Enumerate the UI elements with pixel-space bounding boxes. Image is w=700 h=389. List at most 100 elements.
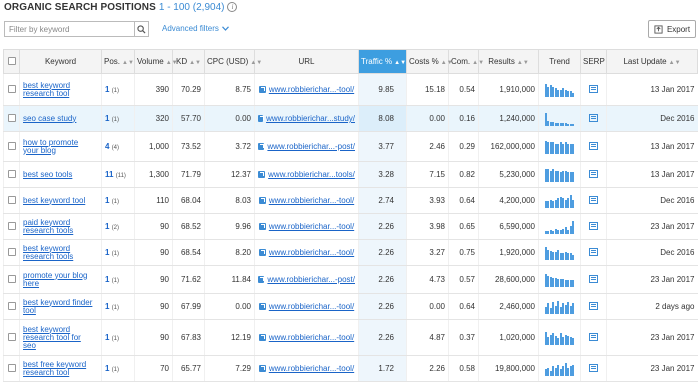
pos-value[interactable]: 11 [105,170,113,179]
serp-icon[interactable] [589,332,598,341]
row-checkbox[interactable] [7,301,16,310]
volume-cell: 90 [134,265,173,294]
col-results[interactable]: Results ▲▼ [478,49,539,74]
url-link[interactable]: www.robbierichar...-tool/ [269,364,354,373]
col-kd[interactable]: KD ▲▼ [172,49,205,74]
serp-icon[interactable] [589,141,598,150]
row-select-cell[interactable] [3,355,20,382]
pos-value[interactable]: 1 [105,364,109,373]
row-checkbox[interactable] [7,332,16,341]
url-link[interactable]: www.robbierichar...-tool/ [269,85,354,94]
serp-icon[interactable] [589,195,598,204]
keyword-link[interactable]: best keyword tool [23,196,98,205]
url-link[interactable]: www.robbierichar...-post/ [267,275,355,284]
col-com[interactable]: Com. ▲▼ [448,49,484,74]
col-kd-label: KD [175,57,188,66]
url-link[interactable]: www.robbierichar...tools/ [268,170,355,179]
row-checkbox[interactable] [7,247,16,256]
col-last-update[interactable]: Last Update ▲▼ [606,49,698,74]
col-cpc[interactable]: CPC (USD) ▲▼ [204,49,262,74]
select-all-checkbox[interactable] [7,56,16,65]
pos-value[interactable]: 1 [105,196,109,205]
row-select-cell[interactable] [3,319,20,356]
url-link[interactable]: www.robbierichar...-tool/ [269,302,354,311]
row-checkbox[interactable] [7,221,16,230]
keyword-link[interactable]: promote your blog here [23,271,98,288]
row-select-cell[interactable] [3,73,20,106]
pos-value[interactable]: 1 [105,248,109,257]
col-volume[interactable]: Volume ▲▼ [134,49,178,74]
row-select-cell[interactable] [3,187,20,214]
row-checkbox[interactable] [7,84,16,93]
row-checkbox[interactable] [7,195,16,204]
external-link-icon[interactable] [258,334,266,341]
url-link[interactable]: www.robbierichar...-post/ [267,142,355,151]
external-link-icon[interactable] [258,303,266,310]
url-link[interactable]: www.robbierichar...-tool/ [269,333,354,342]
row-select-cell[interactable] [3,213,20,240]
keyword-link[interactable]: best keyword finder tool [23,298,98,315]
serp-icon[interactable] [589,169,598,178]
row-checkbox[interactable] [7,363,16,372]
url-link[interactable]: www.robbierichar...-tool/ [269,248,354,257]
select-all-cell[interactable] [3,49,20,74]
serp-icon[interactable] [589,113,598,122]
pos-cell: 1 (1) [101,187,135,214]
info-icon[interactable]: i [227,2,238,12]
keyword-link[interactable]: best free keyword research tool [23,360,98,377]
row-checkbox[interactable] [7,169,16,178]
serp-icon[interactable] [589,221,598,230]
serp-cell [580,265,607,294]
row-checkbox[interactable] [7,141,16,150]
pos-previous: (2) [111,225,120,231]
row-select-cell[interactable] [3,161,20,188]
keyword-link[interactable]: seo case study [23,114,98,123]
serp-icon[interactable] [589,301,598,310]
keyword-filter-input[interactable] [5,22,134,36]
keyword-link[interactable]: best keyword research tool for seo [23,325,98,350]
keyword-link[interactable]: best keyword research tools [23,244,98,261]
serp-icon[interactable] [589,84,598,93]
external-link-icon[interactable] [258,223,266,230]
serp-icon[interactable] [589,274,598,283]
keyword-link[interactable]: best keyword research tool [23,81,98,98]
external-link-icon[interactable] [258,249,266,256]
row-select-cell[interactable] [3,131,20,162]
pos-value[interactable]: 1 [105,85,109,94]
serp-icon[interactable] [589,363,598,372]
url-link[interactable]: www.robbierichar...-tool/ [269,222,354,231]
row-select-cell[interactable] [3,265,20,294]
export-button[interactable]: Export [648,20,696,38]
row-select-cell[interactable] [3,105,20,132]
external-link-icon[interactable] [258,197,266,204]
url-link[interactable]: www.robbierichar...-tool/ [269,196,354,205]
row-checkbox[interactable] [7,113,16,122]
col-traffic[interactable]: Traffic % ▲▼ [358,49,407,74]
col-url[interactable]: URL [254,49,359,74]
external-link-icon[interactable] [258,365,266,372]
pos-value[interactable]: 1 [105,222,109,231]
row-checkbox[interactable] [7,274,16,283]
external-link-icon[interactable] [258,115,265,122]
row-select-cell[interactable] [3,293,20,320]
pos-value[interactable]: 4 [105,142,109,151]
pos-value[interactable]: 1 [105,114,109,123]
url-link[interactable]: www.robbierichar...study/ [266,114,355,123]
advanced-filters-toggle[interactable]: Advanced filters [162,24,229,33]
external-link-icon[interactable] [258,276,265,283]
keyword-link[interactable]: paid keyword research tools [23,218,98,235]
keyword-link[interactable]: best seo tools [23,170,98,179]
search-button[interactable] [134,22,148,36]
external-link-icon[interactable] [258,143,265,150]
col-keyword[interactable]: Keyword [19,49,102,74]
keyword-link[interactable]: how to promote your blog [23,138,98,155]
col-pos[interactable]: Pos. ▲▼ [101,49,135,74]
external-link-icon[interactable] [258,86,266,93]
external-link-icon[interactable] [258,171,266,178]
col-costs[interactable]: Costs % ▲▼ [406,49,453,74]
pos-value[interactable]: 1 [105,275,109,284]
pos-value[interactable]: 1 [105,333,109,342]
row-select-cell[interactable] [3,239,20,266]
serp-icon[interactable] [589,247,598,256]
pos-value[interactable]: 1 [105,302,109,311]
